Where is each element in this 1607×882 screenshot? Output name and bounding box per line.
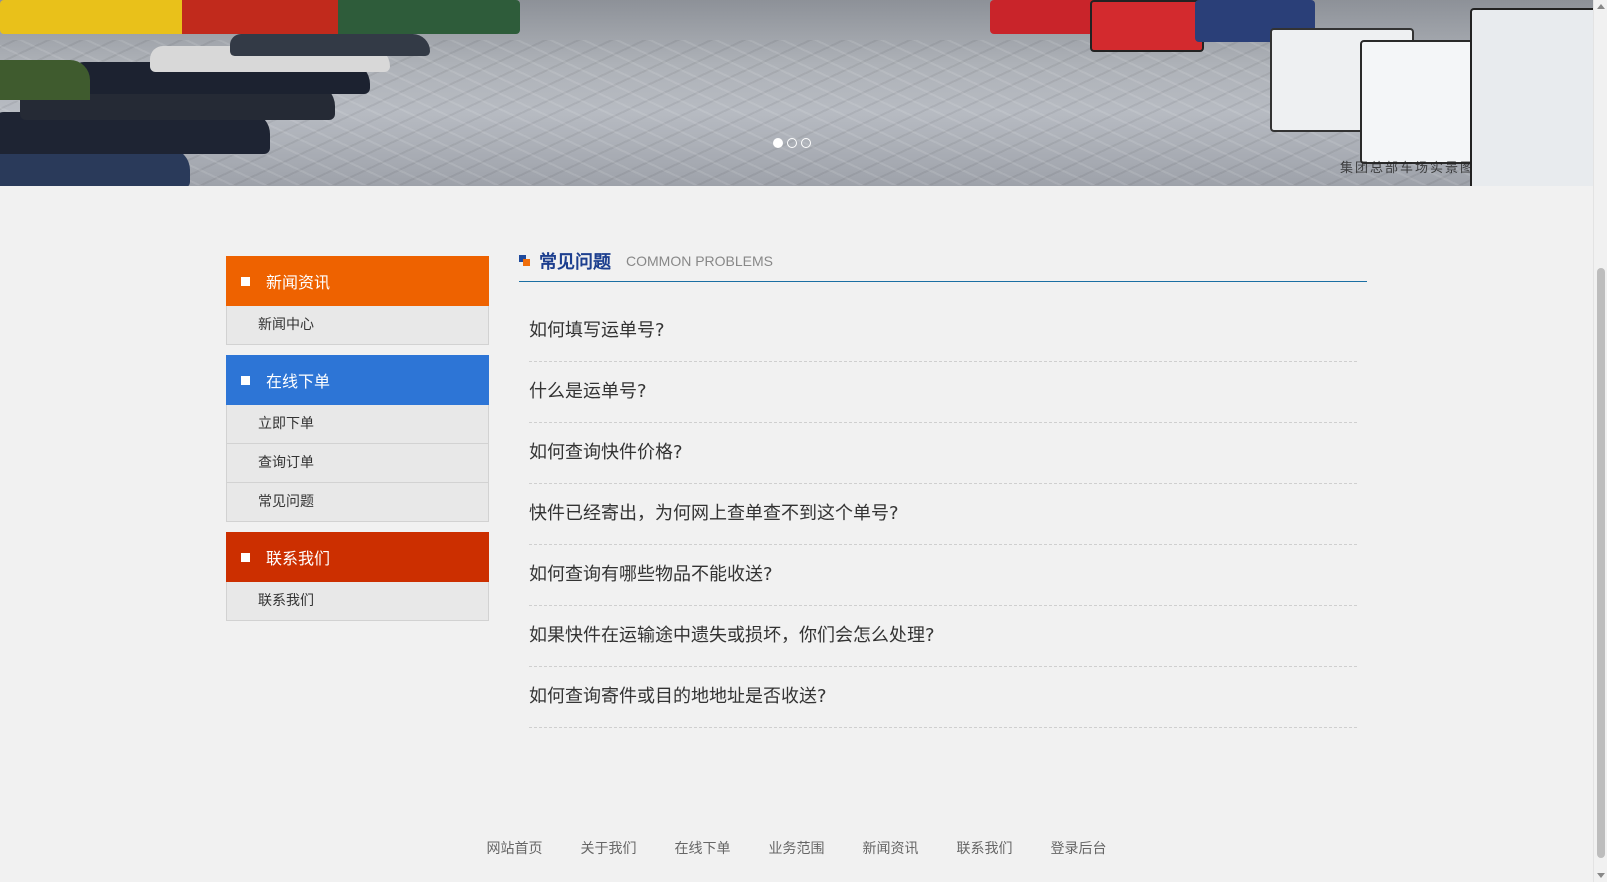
- sidebar-item-faq[interactable]: 常见问题: [226, 483, 489, 522]
- footer-link-order[interactable]: 在线下单: [675, 838, 731, 858]
- sidebar-item-contact[interactable]: 联系我们: [226, 582, 489, 621]
- footer-link-news[interactable]: 新闻资讯: [863, 838, 919, 858]
- carousel-dots: [773, 138, 811, 148]
- faq-item[interactable]: 什么是运单号?: [529, 362, 1357, 423]
- sidebar: 新闻资讯 新闻中心 在线下单 立即下单 查询订单 常见问题 联系我们 联系我们: [226, 256, 489, 631]
- square-bullet-icon: [241, 375, 250, 385]
- banner-hedge: [0, 60, 90, 100]
- banner-truck: [1470, 8, 1593, 186]
- hero-banner: 集团总部车场实景图: [0, 0, 1593, 186]
- footer-link-contact[interactable]: 联系我们: [957, 838, 1013, 858]
- banner-car: [230, 34, 430, 56]
- square-bullet-icon: [241, 276, 250, 286]
- sidebar-item-news-center[interactable]: 新闻中心: [226, 306, 489, 345]
- sidebar-item-order-now[interactable]: 立即下单: [226, 405, 489, 444]
- sidebar-head-news[interactable]: 新闻资讯: [226, 256, 489, 306]
- banner-truck: [1090, 0, 1204, 52]
- banner-truck: [0, 0, 520, 34]
- sidebar-head-label: 在线下单: [266, 372, 331, 391]
- page-title: 常见问题: [539, 251, 611, 273]
- footer-link-about[interactable]: 关于我们: [581, 838, 637, 858]
- sidebar-head-order[interactable]: 在线下单: [226, 355, 489, 405]
- scroll-down-arrow-icon[interactable]: [1597, 873, 1605, 878]
- carousel-dot-2[interactable]: [787, 138, 797, 148]
- square-bullet-icon: [241, 552, 250, 562]
- title-square-icon: [519, 255, 530, 266]
- page-subtitle: COMMON PROBLEMS: [626, 252, 774, 269]
- faq-item[interactable]: 如果快件在运输途中遗失或损坏，你们会怎么处理?: [529, 606, 1357, 667]
- footer-link-admin[interactable]: 登录后台: [1051, 838, 1107, 858]
- carousel-dot-1[interactable]: [773, 138, 783, 148]
- sidebar-head-label: 新闻资讯: [266, 273, 331, 292]
- faq-item[interactable]: 如何查询寄件或目的地地址是否收送?: [529, 667, 1357, 728]
- sidebar-head-contact[interactable]: 联系我们: [226, 532, 489, 582]
- section-title-bar: 常见问题 COMMON PROBLEMS: [519, 240, 1367, 282]
- sidebar-head-label: 联系我们: [266, 549, 331, 568]
- sidebar-group-order: 在线下单 立即下单 查询订单 常见问题: [226, 355, 489, 522]
- footer-nav: 网站首页 关于我们 在线下单 业务范围 新闻资讯 联系我们 登录后台: [0, 838, 1593, 858]
- footer-link-home[interactable]: 网站首页: [487, 838, 543, 858]
- faq-list: 如何填写运单号? 什么是运单号? 如何查询快件价格? 快件已经寄出，为何网上查单…: [529, 301, 1357, 728]
- faq-item[interactable]: 如何查询有哪些物品不能收送?: [529, 545, 1357, 606]
- sidebar-item-query-order[interactable]: 查询订单: [226, 444, 489, 483]
- footer-link-services[interactable]: 业务范围: [769, 838, 825, 858]
- main-content: 常见问题 COMMON PROBLEMS 如何填写运单号? 什么是运单号? 如何…: [519, 240, 1367, 728]
- banner-caption: 集团总部车场实景图: [1339, 161, 1475, 176]
- faq-item[interactable]: 快件已经寄出，为何网上查单查不到这个单号?: [529, 484, 1357, 545]
- vertical-scrollbar[interactable]: [1593, 0, 1607, 882]
- scroll-up-arrow-icon[interactable]: [1597, 4, 1605, 9]
- carousel-dot-3[interactable]: [801, 138, 811, 148]
- sidebar-group-news: 新闻资讯 新闻中心: [226, 256, 489, 345]
- scrollbar-thumb[interactable]: [1597, 268, 1605, 858]
- faq-item[interactable]: 如何填写运单号?: [529, 301, 1357, 362]
- sidebar-group-contact: 联系我们 联系我们: [226, 532, 489, 621]
- faq-item[interactable]: 如何查询快件价格?: [529, 423, 1357, 484]
